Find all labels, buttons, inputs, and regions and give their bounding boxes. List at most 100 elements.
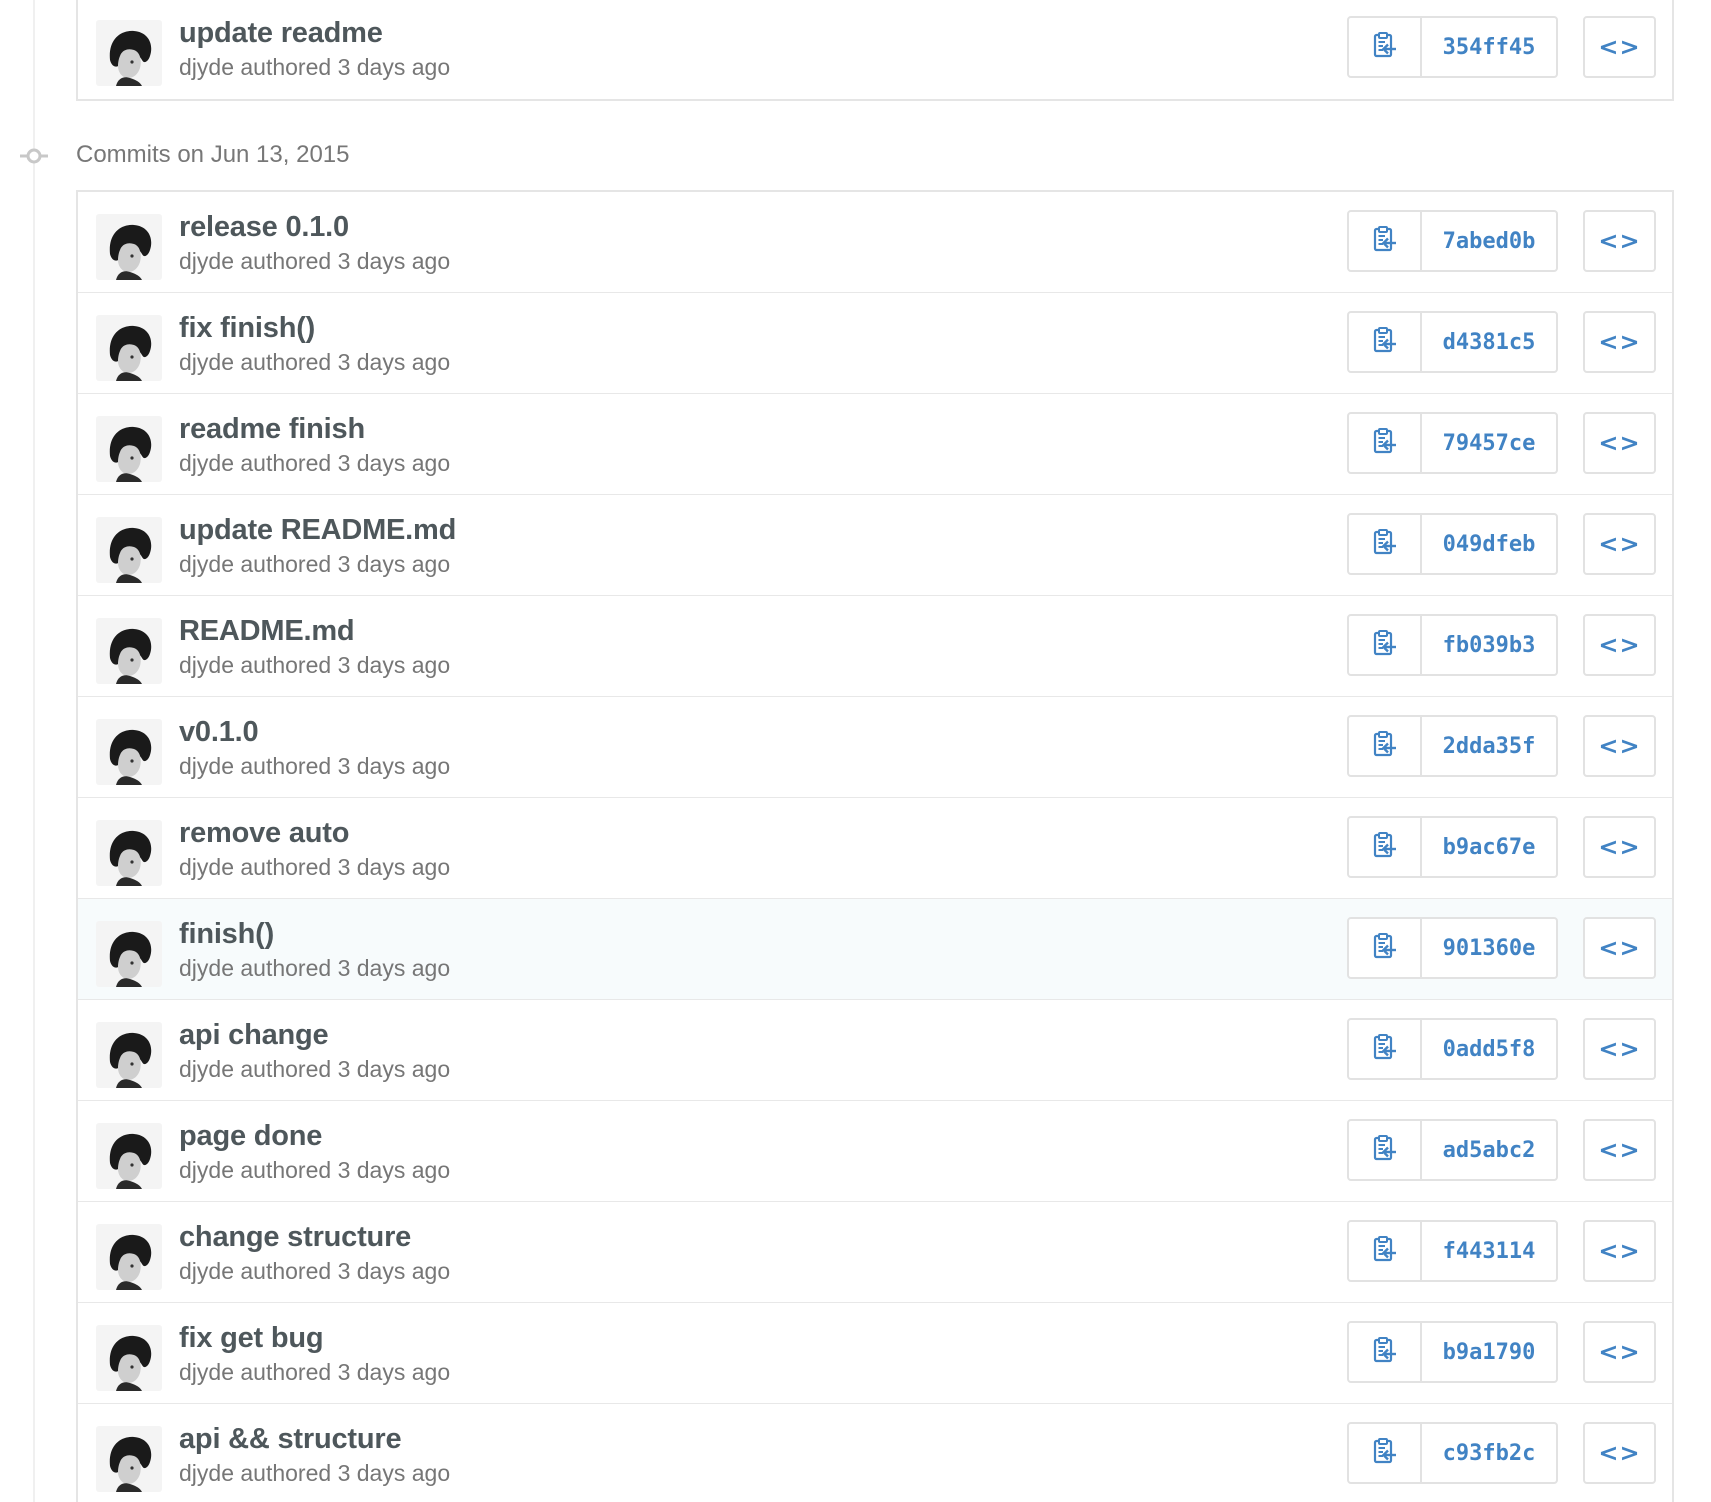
avatar[interactable] — [96, 618, 162, 684]
commit-sha-link[interactable]: d4381c5 — [1422, 313, 1556, 371]
commit-message[interactable]: api && structure — [179, 1423, 402, 1456]
avatar[interactable] — [96, 1224, 162, 1290]
commit-sha-link[interactable]: ad5abc2 — [1422, 1121, 1556, 1179]
copy-sha-button[interactable] — [1349, 717, 1422, 775]
commit-sha-link[interactable]: f443114 — [1422, 1222, 1556, 1280]
commit-sha-link[interactable]: fb039b3 — [1422, 616, 1556, 674]
copy-sha-button[interactable] — [1349, 1121, 1422, 1179]
copy-sha-button[interactable] — [1349, 515, 1422, 573]
commit-author[interactable]: djyde — [179, 349, 234, 375]
copy-sha-button[interactable] — [1349, 18, 1422, 76]
clippy-icon — [1372, 1033, 1398, 1066]
commit-meta: djyde authored 3 days ago — [179, 349, 450, 376]
commit-message[interactable]: api change — [179, 1019, 329, 1052]
avatar[interactable] — [96, 1022, 162, 1088]
avatar[interactable] — [96, 1325, 162, 1391]
avatar[interactable] — [96, 20, 162, 86]
code-icon: <> — [1598, 33, 1641, 61]
commit-message[interactable]: finish() — [179, 918, 274, 951]
clippy-icon — [1372, 31, 1398, 64]
avatar[interactable] — [96, 416, 162, 482]
copy-sha-button[interactable] — [1349, 616, 1422, 674]
browse-code-button[interactable]: <> — [1583, 311, 1656, 373]
commit-author[interactable]: djyde — [179, 652, 234, 678]
commit-message[interactable]: v0.1.0 — [179, 716, 259, 749]
commit-sha-link[interactable]: c93fb2c — [1422, 1424, 1556, 1482]
commit-message[interactable]: page done — [179, 1120, 322, 1153]
commit-author[interactable]: djyde — [179, 1359, 234, 1385]
browse-code-button[interactable]: <> — [1583, 1018, 1656, 1080]
commit-message[interactable]: release 0.1.0 — [179, 211, 349, 244]
commit-sha-link[interactable]: 7abed0b — [1422, 212, 1556, 270]
commit-time: 3 days ago — [337, 652, 451, 678]
copy-sha-button[interactable] — [1349, 313, 1422, 371]
code-icon: <> — [1598, 732, 1641, 760]
copy-sha-button[interactable] — [1349, 818, 1422, 876]
commit-message[interactable]: README.md — [179, 615, 355, 648]
commit-author[interactable]: djyde — [179, 1460, 234, 1486]
copy-sha-button[interactable] — [1349, 919, 1422, 977]
commit-sha-link[interactable]: b9a1790 — [1422, 1323, 1556, 1381]
commit-sha-link[interactable]: b9ac67e — [1422, 818, 1556, 876]
copy-sha-button[interactable] — [1349, 1424, 1422, 1482]
commit-message[interactable]: fix finish() — [179, 312, 315, 345]
commit-author[interactable]: djyde — [179, 551, 234, 577]
avatar[interactable] — [96, 1426, 162, 1492]
commit-sha-link[interactable]: 901360e — [1422, 919, 1556, 977]
commit-author[interactable]: djyde — [179, 955, 234, 981]
browse-code-button[interactable]: <> — [1583, 16, 1656, 78]
browse-code-button[interactable]: <> — [1583, 614, 1656, 676]
copy-sha-button[interactable] — [1349, 1020, 1422, 1078]
browse-code-button[interactable]: <> — [1583, 816, 1656, 878]
commit-row: api && structure djyde authored 3 days a… — [78, 1404, 1672, 1502]
commit-meta: djyde authored 3 days ago — [179, 1258, 450, 1285]
copy-sha-button[interactable] — [1349, 212, 1422, 270]
commit-author[interactable]: djyde — [179, 753, 234, 779]
commit-row: update README.md djyde authored 3 days a… — [78, 495, 1672, 596]
commit-time: 3 days ago — [337, 349, 451, 375]
sha-button-group: fb039b3 — [1347, 614, 1558, 676]
commit-row: update readme djyde authored 3 days ago — [78, 0, 1672, 99]
code-icon: <> — [1598, 328, 1641, 356]
avatar[interactable] — [96, 921, 162, 987]
commit-message[interactable]: change structure — [179, 1221, 411, 1254]
commit-message[interactable]: fix get bug — [179, 1322, 324, 1355]
commit-author[interactable]: djyde — [179, 854, 234, 880]
commit-author[interactable]: djyde — [179, 248, 234, 274]
avatar[interactable] — [96, 517, 162, 583]
browse-code-button[interactable]: <> — [1583, 1422, 1656, 1484]
commit-message[interactable]: readme finish — [179, 413, 365, 446]
commit-author[interactable]: djyde — [179, 450, 234, 476]
browse-code-button[interactable]: <> — [1583, 917, 1656, 979]
commit-sha-link[interactable]: 2dda35f — [1422, 717, 1556, 775]
browse-code-button[interactable]: <> — [1583, 210, 1656, 272]
avatar[interactable] — [96, 1123, 162, 1189]
commit-sha-link[interactable]: 354ff45 — [1422, 18, 1556, 76]
code-icon: <> — [1598, 1237, 1641, 1265]
commit-sha-link[interactable]: 79457ce — [1422, 414, 1556, 472]
commit-sha-link[interactable]: 0add5f8 — [1422, 1020, 1556, 1078]
browse-code-button[interactable]: <> — [1583, 412, 1656, 474]
avatar[interactable] — [96, 315, 162, 381]
browse-code-button[interactable]: <> — [1583, 715, 1656, 777]
copy-sha-button[interactable] — [1349, 414, 1422, 472]
commit-author[interactable]: djyde — [179, 1157, 234, 1183]
clippy-icon — [1372, 528, 1398, 561]
browse-code-button[interactable]: <> — [1583, 513, 1656, 575]
avatar[interactable] — [96, 214, 162, 280]
browse-code-button[interactable]: <> — [1583, 1119, 1656, 1181]
commit-meta: djyde authored 3 days ago — [179, 1460, 450, 1487]
commit-message[interactable]: update readme — [179, 17, 383, 50]
commit-author[interactable]: djyde — [179, 54, 234, 80]
avatar[interactable] — [96, 719, 162, 785]
browse-code-button[interactable]: <> — [1583, 1321, 1656, 1383]
copy-sha-button[interactable] — [1349, 1222, 1422, 1280]
avatar[interactable] — [96, 820, 162, 886]
commit-message[interactable]: remove auto — [179, 817, 349, 850]
commit-author[interactable]: djyde — [179, 1258, 234, 1284]
commit-sha-link[interactable]: 049dfeb — [1422, 515, 1556, 573]
copy-sha-button[interactable] — [1349, 1323, 1422, 1381]
commit-message[interactable]: update README.md — [179, 514, 456, 547]
browse-code-button[interactable]: <> — [1583, 1220, 1656, 1282]
commit-author[interactable]: djyde — [179, 1056, 234, 1082]
